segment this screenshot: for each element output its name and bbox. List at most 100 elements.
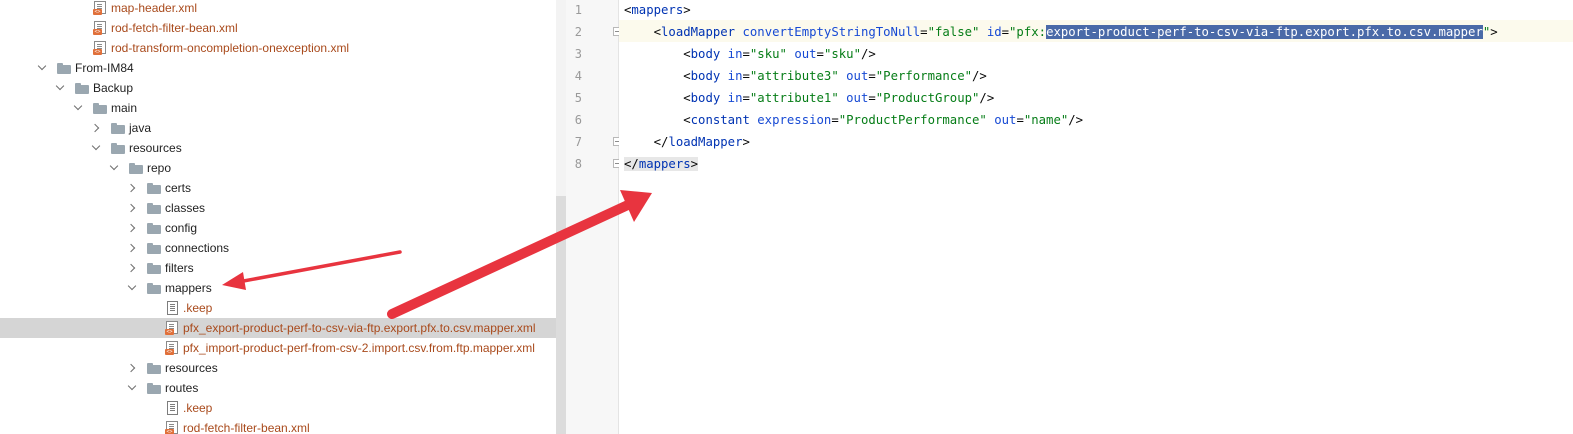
tree-item-label: classes (165, 201, 206, 215)
chevron-right-icon[interactable] (91, 122, 103, 134)
tree-item-label: pfx_export-product-perf-to-csv-via-ftp.e… (183, 321, 536, 335)
chevron-right-icon[interactable] (127, 202, 139, 214)
chevron-right-icon[interactable] (127, 182, 139, 194)
tree-item-keep-2[interactable]: .keep (0, 398, 556, 418)
chevron-down-icon[interactable] (127, 282, 139, 294)
chevron-down-icon[interactable] (127, 382, 139, 394)
code-token: > (683, 3, 691, 17)
code-token: = (816, 47, 824, 61)
tree-item-label: Backup (93, 81, 134, 95)
tree-item-repo[interactable]: repo (0, 158, 556, 178)
tree-item-mappers[interactable]: mappers (0, 278, 556, 298)
code-token: "false" (927, 25, 980, 39)
tree-item-label: connections (165, 241, 230, 255)
folder-icon (147, 363, 161, 374)
tree-item-label: .keep (183, 401, 213, 415)
chevron-right-icon[interactable] (127, 262, 139, 274)
tree-scrollbar[interactable] (556, 0, 566, 434)
code-token: loadMapper (661, 25, 736, 39)
tree-item-backup[interactable]: Backup (0, 78, 556, 98)
code-token: constant (690, 113, 750, 127)
code-token: </ (624, 157, 639, 171)
tree-item-main[interactable]: main (0, 98, 556, 118)
code-token: = (868, 91, 876, 105)
line-number: 4 (574, 69, 582, 83)
code-token: "attribute3" (749, 69, 839, 83)
code-token: < (683, 91, 691, 105)
code-token: id (986, 25, 1002, 39)
tree-item-filters[interactable]: filters (0, 258, 556, 278)
code-token: = (831, 113, 839, 127)
tree-item-resources-2[interactable]: resources (0, 358, 556, 378)
tree-item-java[interactable]: java (0, 118, 556, 138)
line-number: 5 (574, 91, 582, 105)
tree-item-rod-fetch-filter-bean-xml[interactable]: <> rod-fetch-filter-bean.xml (0, 18, 556, 38)
tree-item-classes[interactable]: classes (0, 198, 556, 218)
line-number: 3 (574, 47, 582, 61)
code-token: /> (860, 47, 876, 61)
code-line: </mappers> (624, 153, 699, 175)
chevron-right-icon[interactable] (127, 222, 139, 234)
code-token: body (690, 91, 721, 105)
code-token: < (683, 69, 691, 83)
code-line: <loadMapper convertEmptyStringToNull="fa… (624, 21, 1498, 43)
code-editor[interactable]: <mappers> <loadMapper convertEmptyString… (619, 0, 1573, 434)
chevron-down-icon[interactable] (73, 102, 85, 114)
code-token: = (868, 69, 876, 83)
xml-file-icon: <> (165, 421, 178, 434)
chevron-down-icon[interactable] (109, 162, 121, 174)
code-token: = (920, 25, 928, 39)
tree-item-label: rod-transform-oncompletion-onexception.x… (111, 41, 350, 55)
chevron-down-icon[interactable] (55, 82, 67, 94)
tree-item-from-im84[interactable]: From-IM84 (0, 58, 556, 78)
xml-file-icon: <> (93, 1, 106, 15)
scrollbar-thumb[interactable] (556, 196, 566, 434)
tree-item-certs[interactable]: certs (0, 178, 556, 198)
tree-item-rod-fetch-filter-bean-xml-2[interactable]: <> rod-fetch-filter-bean.xml (0, 418, 556, 434)
code-token: out (994, 113, 1017, 127)
tree-item-import-mapper-xml[interactable]: <> pfx_import-product-perf-from-csv-2.im… (0, 338, 556, 358)
chevron-right-icon[interactable] (127, 362, 139, 374)
folder-icon (147, 383, 161, 394)
tree-item-export-mapper-xml[interactable]: <> pfx_export-product-perf-to-csv-via-ft… (0, 318, 556, 338)
chevron-down-icon[interactable] (37, 62, 49, 74)
tree-item-config[interactable]: config (0, 218, 556, 238)
code-token: body (690, 69, 721, 83)
project-tree: <> map-header.xml <> rod-fetch-filter-be… (0, 0, 556, 434)
chevron-down-icon[interactable] (91, 142, 103, 154)
code-token: = (1016, 113, 1024, 127)
code-token: in (727, 91, 743, 105)
folder-icon (57, 63, 71, 74)
code-token: "ProductPerformance" (838, 113, 987, 127)
tree-item-label: pfx_import-product-perf-from-csv-2.impor… (183, 341, 535, 355)
code-token: "ProductGroup" (875, 91, 980, 105)
tree-item-connections[interactable]: connections (0, 238, 556, 258)
tree-item-map-header-xml[interactable]: <> map-header.xml (0, 0, 556, 18)
code-token: loadMapper (668, 135, 743, 149)
tree-item-label: resources (129, 141, 182, 155)
tree-item-label: repo (147, 161, 172, 175)
folder-icon (147, 243, 161, 254)
folder-icon (147, 183, 161, 194)
tree-item-keep[interactable]: .keep (0, 298, 556, 318)
tree-item-rod-transform-xml[interactable]: <> rod-transform-oncompletion-onexceptio… (0, 38, 556, 58)
code-token: in (727, 47, 743, 61)
code-line: <mappers> (624, 0, 691, 21)
code-token: in (727, 69, 743, 83)
code-token: out (794, 47, 817, 61)
code-token: "sku" (823, 47, 861, 61)
tree-item-resources[interactable]: resources (0, 138, 556, 158)
code-token: < (683, 113, 691, 127)
code-token: > (690, 157, 699, 171)
tree-item-label: From-IM84 (75, 61, 134, 75)
folder-icon (75, 83, 89, 94)
tree-item-routes[interactable]: routes (0, 378, 556, 398)
chevron-right-icon[interactable] (127, 242, 139, 254)
folder-icon (129, 163, 143, 174)
